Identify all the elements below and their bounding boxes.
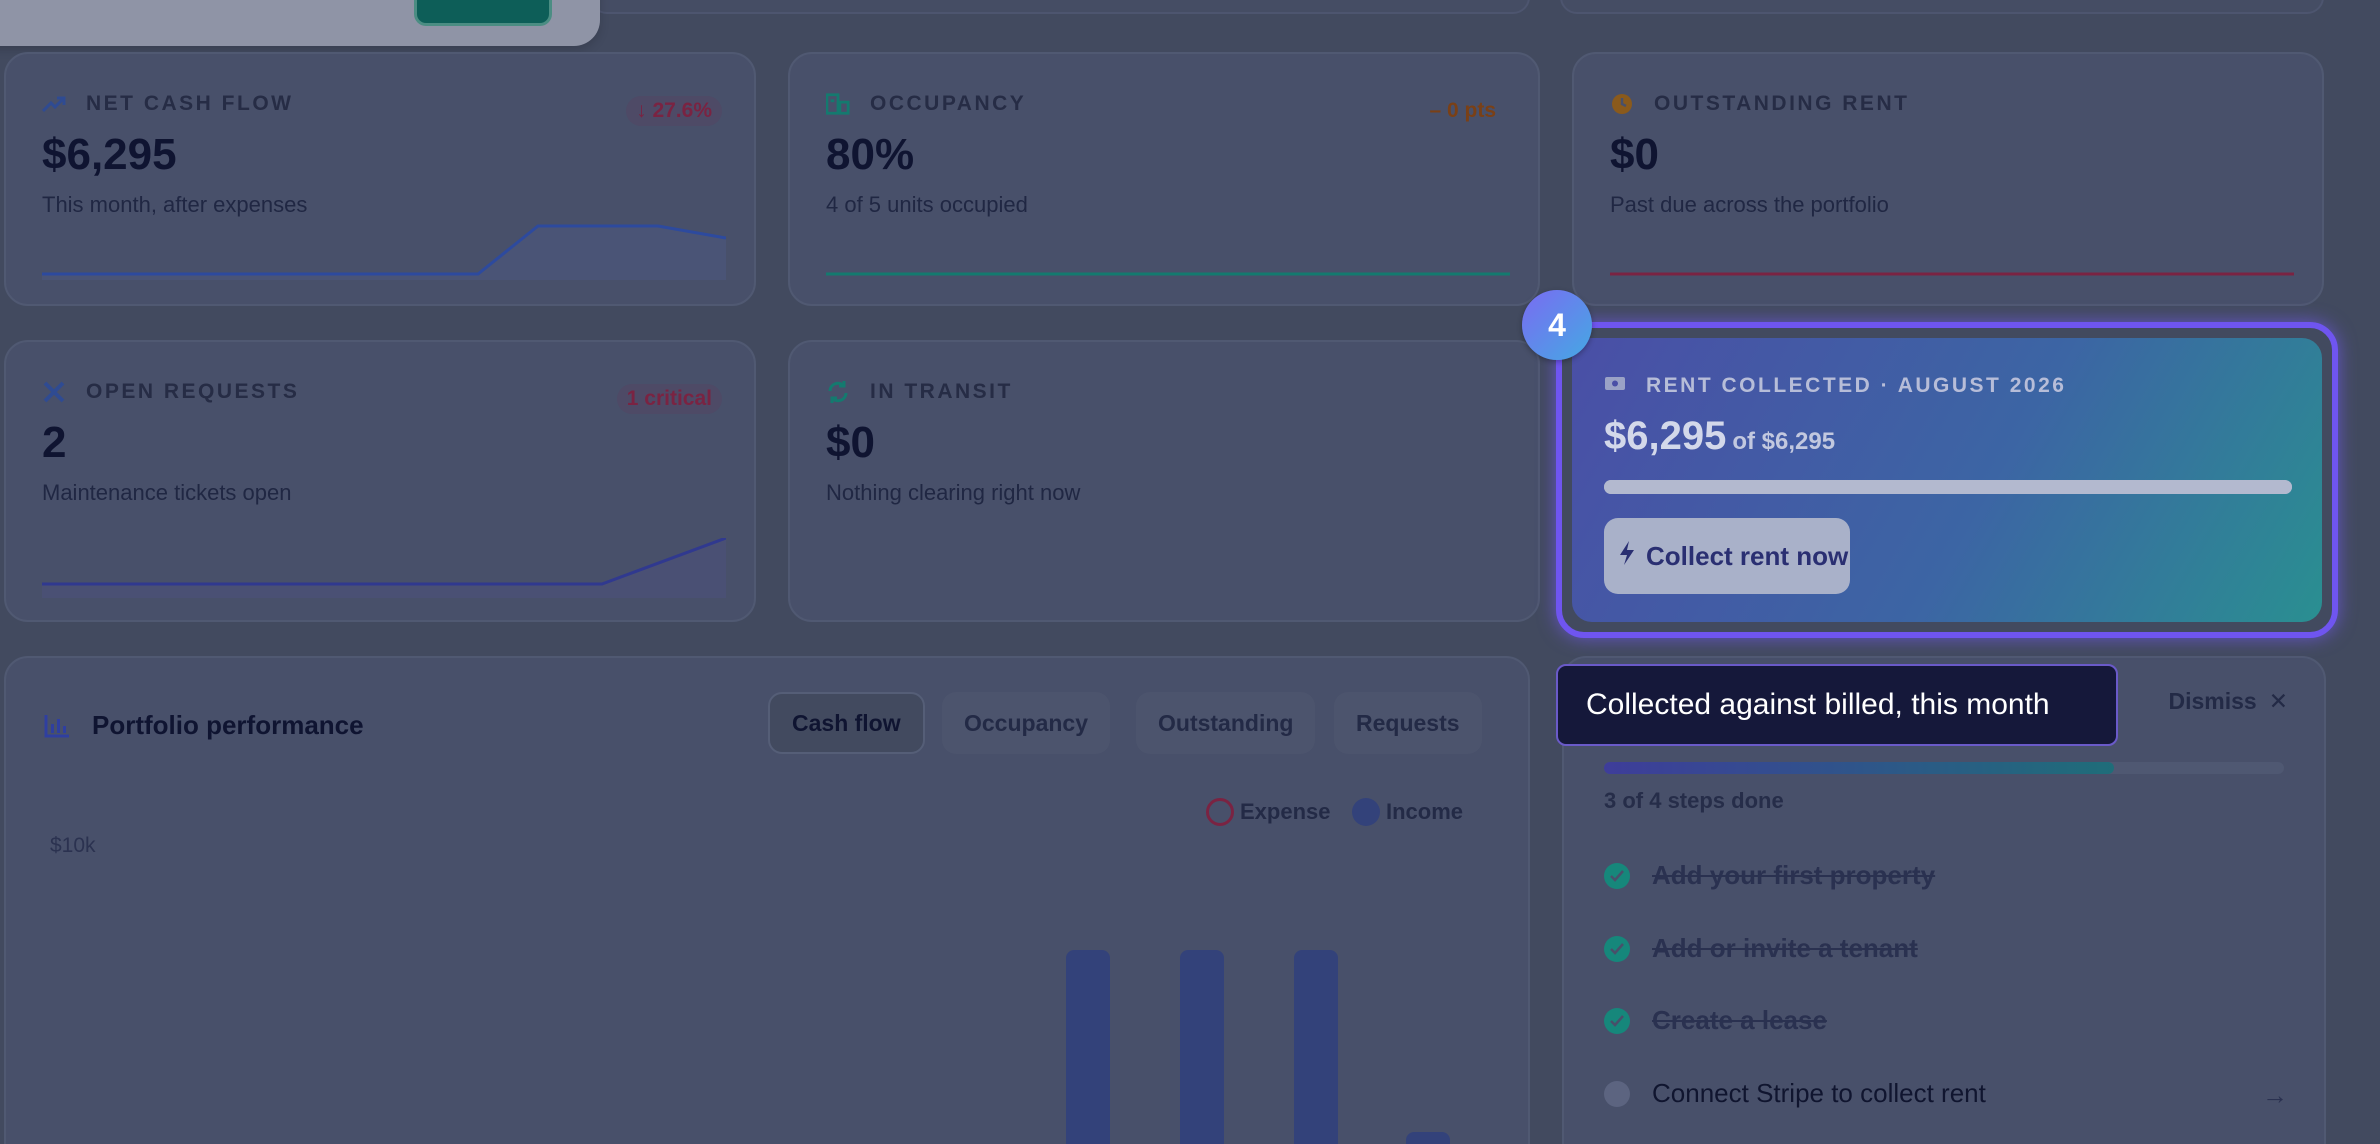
tab-requests[interactable]: Requests <box>1334 692 1482 754</box>
kpi-label: OPEN REQUESTS <box>86 380 300 403</box>
refresh-icon <box>826 380 850 404</box>
kpi-label: OUTSTANDING RENT <box>1654 92 1910 115</box>
rent-collected-value: $6,295 of $6,295 <box>1604 414 1835 459</box>
sparkline <box>1610 272 2294 276</box>
panel-title: Portfolio performance <box>92 710 364 740</box>
expense-swatch-icon <box>1206 798 1234 826</box>
check-icon <box>1604 935 1630 962</box>
income-bar[interactable] <box>1294 950 1338 1144</box>
close-icon: ✕ <box>2268 688 2288 714</box>
income-bar[interactable] <box>1406 1132 1450 1144</box>
tab-occupancy[interactable]: Occupancy <box>942 692 1110 754</box>
income-bar[interactable] <box>1066 950 1110 1144</box>
step-label: Create a lease <box>1652 1005 1827 1035</box>
income-bar[interactable] <box>1180 950 1224 1144</box>
onboarding-step[interactable]: Add or invite a tenant <box>1604 933 1918 964</box>
trend-badge: – 0 pts <box>1429 99 1496 122</box>
onboarding-step[interactable]: Create a lease <box>1604 1005 1827 1036</box>
billed-amount: of $6,295 <box>1732 428 1836 455</box>
popover-confirm-button[interactable] <box>414 0 552 26</box>
step-label: Connect Stripe to collect rent <box>1652 1078 1986 1108</box>
kpi-subtext: 4 of 5 units occupied <box>826 192 1028 217</box>
legend-label: Expense <box>1240 799 1331 824</box>
onboarding-progress-fill <box>1604 762 2114 774</box>
tour-tooltip: Collected against billed, this month <box>1556 664 2118 746</box>
legend-income[interactable]: Income <box>1352 798 1463 826</box>
kpi-value: 2 <box>42 418 67 467</box>
kpi-card-in-transit: IN TRANSIT $0 Nothing clearing right now <box>788 340 1540 622</box>
bar-chart-icon <box>44 714 70 743</box>
legend-expense[interactable]: Expense <box>1206 798 1331 826</box>
income-swatch-icon <box>1352 798 1380 826</box>
popover-panel <box>0 0 600 46</box>
trending-up-icon <box>42 92 66 116</box>
step-label: Add your first property <box>1652 860 1936 890</box>
tools-icon <box>42 380 66 404</box>
rent-collected-card: RENT COLLECTED · AUGUST 2026 $6,295 of $6… <box>1572 338 2322 622</box>
kpi-card-net-cash-flow: NET CASH FLOW ↓ 27.6% $6,295 This month,… <box>4 52 756 306</box>
lightning-icon <box>1618 540 1636 573</box>
critical-badge: 1 critical <box>616 384 722 414</box>
onboarding-step[interactable]: Add your first property <box>1604 860 1935 891</box>
collect-rent-button[interactable]: Collect rent now <box>1604 518 1850 594</box>
kpi-value: $0 <box>1610 130 1659 179</box>
onboarding-step-connect-stripe[interactable]: Connect Stripe to collect rent <box>1604 1078 1986 1109</box>
kpi-card-open-requests: OPEN REQUESTS 1 critical 2 Maintenance t… <box>4 340 756 622</box>
steps-count: 3 of 4 steps done <box>1604 788 1784 813</box>
tab-cash-flow[interactable]: Cash flow <box>768 692 925 754</box>
onboarding-progress-bar <box>1604 762 2284 774</box>
portfolio-performance-panel: Portfolio performance Cash flow Occupanc… <box>4 656 1530 1144</box>
arrow-right-icon[interactable]: → <box>2262 1080 2288 1111</box>
kpi-card-occupancy: OCCUPANCY – 0 pts 80% 4 of 5 units occup… <box>788 52 1540 306</box>
sparkline <box>42 224 726 280</box>
building-icon <box>826 92 850 116</box>
kpi-label: IN TRANSIT <box>870 380 1013 403</box>
trend-badge: ↓ 27.6% <box>626 96 722 126</box>
kpi-card-outstanding-rent: OUTSTANDING RENT $0 Past due across the … <box>1572 52 2324 306</box>
check-icon <box>1604 862 1630 889</box>
pending-step-icon <box>1604 1080 1630 1107</box>
kpi-subtext: This month, after expenses <box>42 192 308 217</box>
rent-collected-header: RENT COLLECTED · AUGUST 2026 <box>1604 374 2066 398</box>
rent-progress-fill <box>1604 480 2292 494</box>
sparkline <box>826 272 1510 276</box>
kpi-value: $0 <box>826 418 875 467</box>
dismiss-button[interactable]: Dismiss ✕ <box>2169 688 2289 715</box>
step-label: Add or invite a tenant <box>1652 933 1918 963</box>
dismiss-label: Dismiss <box>2168 688 2257 714</box>
sparkline <box>42 538 726 598</box>
top-card-strip-right <box>1560 0 2324 14</box>
kpi-subtext: Maintenance tickets open <box>42 480 292 505</box>
kpi-label: OCCUPANCY <box>870 92 1027 115</box>
clock-icon <box>1610 92 1634 116</box>
y-axis-tick: $10k <box>50 834 96 857</box>
collected-amount: $6,295 <box>1604 414 1727 458</box>
collect-rent-label: Collect rent now <box>1646 540 1849 571</box>
kpi-subtext: Nothing clearing right now <box>826 480 1081 505</box>
kpi-value: $6,295 <box>42 130 177 179</box>
cash-icon <box>1604 374 1628 398</box>
legend-label: Income <box>1386 799 1464 824</box>
check-icon <box>1604 1007 1630 1034</box>
rent-progress-bar <box>1604 480 2292 494</box>
rent-collected-label: RENT COLLECTED · AUGUST 2026 <box>1646 374 2067 397</box>
tour-step-badge: 4 <box>1522 290 1592 360</box>
kpi-value: 80% <box>826 130 915 179</box>
top-card-strip-left <box>590 0 1530 14</box>
kpi-subtext: Past due across the portfolio <box>1610 192 1889 217</box>
kpi-label: NET CASH FLOW <box>86 92 294 115</box>
tab-outstanding[interactable]: Outstanding <box>1136 692 1316 754</box>
